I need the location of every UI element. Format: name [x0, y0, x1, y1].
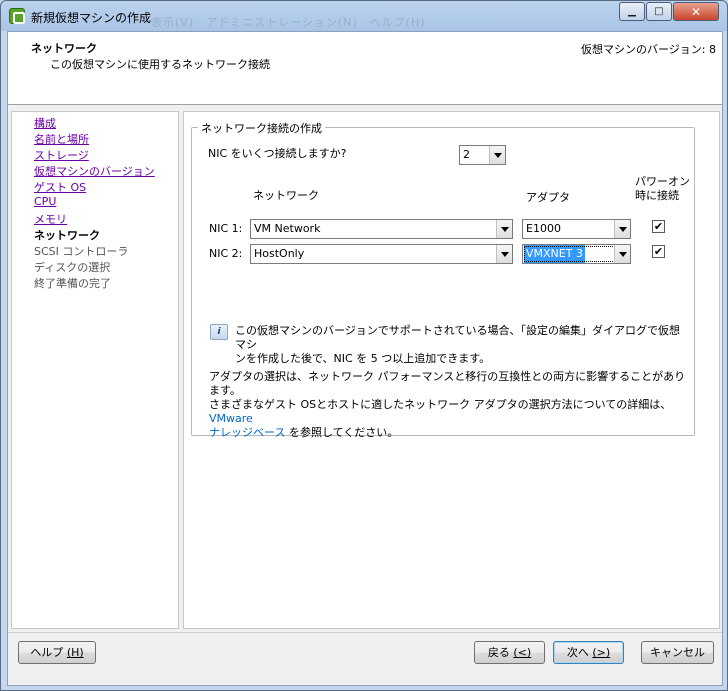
- content-panel: ネットワーク接続の作成 NIC をいくつ接続しますか? 2 ネットワーク アダプ…: [183, 111, 720, 629]
- chevron-down-icon: [496, 220, 512, 238]
- cancel-button[interactable]: キャンセル: [641, 641, 714, 664]
- column-header-network: ネットワーク: [253, 189, 319, 202]
- wizard-steps-panel: 構成 名前と場所 ストレージ 仮想マシンのバージョン ゲスト OS CPU メモ…: [11, 111, 179, 629]
- network-connections-group: ネットワーク接続の作成 NIC をいくつ接続しますか? 2 ネットワーク アダプ…: [191, 120, 695, 439]
- nic1-adapter-value: E1000: [526, 222, 561, 235]
- adapter-info-line-3: ナレッジベース を参照してください。: [209, 426, 689, 440]
- nic2-label: NIC 2:: [209, 247, 243, 260]
- step-configuration[interactable]: 構成: [34, 115, 56, 131]
- info-icon: i: [210, 324, 228, 340]
- adapter-info-line-3-tail: を参照してください。: [285, 426, 399, 439]
- dialog-client-area: ネットワーク この仮想マシンに使用するネットワーク接続 仮想マシンのバージョン:…: [7, 31, 723, 686]
- step-vm-version[interactable]: 仮想マシンのバージョン: [34, 163, 155, 179]
- checkmark-icon: ✔: [653, 220, 664, 233]
- footer-divider: [8, 632, 722, 633]
- chevron-down-icon: [496, 245, 512, 263]
- page-subtitle: この仮想マシンに使用するネットワーク接続: [50, 58, 270, 71]
- window-title: 新規仮想マシンの作成: [31, 11, 152, 25]
- chevron-down-icon: [614, 245, 630, 263]
- nic1-label: NIC 1:: [209, 222, 243, 235]
- close-icon: ✕: [690, 4, 702, 19]
- next-button[interactable]: 次へ (>): [553, 641, 624, 664]
- chevron-down-icon: [614, 220, 630, 238]
- nic1-connect-at-power-on-checkbox[interactable]: ✔: [652, 220, 665, 233]
- vmware-kb-link-part2[interactable]: ナレッジベース: [209, 426, 285, 439]
- step-cpu[interactable]: CPU: [34, 195, 56, 208]
- title-bar[interactable]: 新規仮想マシンの作成 表示(V) アドミニストレーション(N) ヘルプ(H) ▁…: [1, 1, 727, 31]
- nic1-network-select[interactable]: VM Network: [250, 219, 513, 239]
- back-button-key: (<): [513, 646, 532, 659]
- adapter-info-line-2-text: さまざまなゲスト OSとホストに適したネットワーク アダプタの選択方法についての…: [209, 398, 672, 411]
- step-name-location[interactable]: 名前と場所: [34, 131, 89, 147]
- maximize-button[interactable]: □: [646, 2, 672, 21]
- next-button-key: (>): [592, 646, 611, 659]
- nic-count-question: NIC をいくつ接続しますか?: [208, 147, 347, 160]
- nic2-network-value: HostOnly: [254, 247, 305, 260]
- nic-count-value: 2: [463, 148, 470, 161]
- step-guest-os[interactable]: ゲスト OS: [34, 179, 86, 195]
- close-button[interactable]: ✕: [673, 2, 719, 21]
- page-title: ネットワーク: [31, 42, 97, 55]
- help-button-label: ヘルプ: [30, 646, 64, 659]
- nic1-adapter-select[interactable]: E1000: [522, 219, 631, 239]
- adapter-info-text: アダプタの選択は、ネットワーク パフォーマンスと移行の互換性との両方に影響するこ…: [209, 370, 689, 440]
- nic-info-line-1: この仮想マシンのバージョンでサポートされている場合、「設定の編集」ダイアログで仮…: [235, 324, 680, 351]
- wizard-window: 新規仮想マシンの作成 表示(V) アドミニストレーション(N) ヘルプ(H) ▁…: [0, 0, 728, 691]
- wizard-header: ネットワーク この仮想マシンに使用するネットワーク接続 仮想マシンのバージョン:…: [8, 32, 722, 105]
- nic2-adapter-select[interactable]: VMXNET 3: [522, 244, 631, 264]
- step-scsi-controller: SCSI コントローラ: [34, 245, 129, 258]
- nic1-network-value: VM Network: [254, 222, 321, 235]
- chevron-down-icon: [489, 146, 505, 164]
- maximize-icon: □: [654, 6, 664, 17]
- nic-count-select[interactable]: 2: [459, 145, 506, 165]
- cancel-button-label: キャンセル: [650, 646, 705, 659]
- vm-version-label: 仮想マシンのバージョン: 8: [581, 43, 716, 56]
- nic2-adapter-value: VMXNET 3: [524, 245, 585, 263]
- step-ready-to-complete: 終了準備の完了: [34, 277, 111, 290]
- next-button-label: 次へ: [566, 646, 589, 659]
- adapter-info-line-2: さまざまなゲスト OSとホストに適したネットワーク アダプタの選択方法についての…: [209, 398, 689, 426]
- column-header-power-on-2: 時に接続: [635, 189, 679, 202]
- step-memory[interactable]: メモリ: [34, 211, 67, 227]
- adapter-info-line-1: アダプタの選択は、ネットワーク パフォーマンスと移行の互換性との両方に影響するこ…: [209, 370, 686, 397]
- step-network-current: ネットワーク: [34, 229, 100, 242]
- nic-info-line-2: ンを作成した後で、NIC を 5 つ以上追加できます。: [235, 352, 491, 365]
- help-button-key: (H): [66, 646, 84, 659]
- step-storage[interactable]: ストレージ: [34, 147, 89, 163]
- step-select-disk: ディスクの選択: [34, 261, 111, 274]
- vmware-kb-link-part1[interactable]: VMware: [209, 412, 253, 425]
- column-header-adapter: アダプタ: [526, 191, 570, 204]
- back-button-label: 戻る: [487, 646, 510, 659]
- background-menu-ghost: 表示(V) アドミニストレーション(N) ヘルプ(H): [151, 16, 426, 29]
- nic2-network-select[interactable]: HostOnly: [250, 244, 513, 264]
- vsphere-app-icon: [9, 8, 25, 24]
- back-button[interactable]: 戻る (<): [474, 641, 545, 664]
- minimize-icon: ▁: [628, 6, 636, 17]
- group-title: ネットワーク接続の作成: [198, 120, 325, 136]
- help-button[interactable]: ヘルプ (H): [18, 641, 96, 664]
- nic2-connect-at-power-on-checkbox[interactable]: ✔: [652, 245, 665, 258]
- checkmark-icon: ✔: [653, 245, 664, 258]
- nic-info-text: この仮想マシンのバージョンでサポートされている場合、「設定の編集」ダイアログで仮…: [235, 324, 685, 366]
- minimize-button[interactable]: ▁: [619, 2, 645, 21]
